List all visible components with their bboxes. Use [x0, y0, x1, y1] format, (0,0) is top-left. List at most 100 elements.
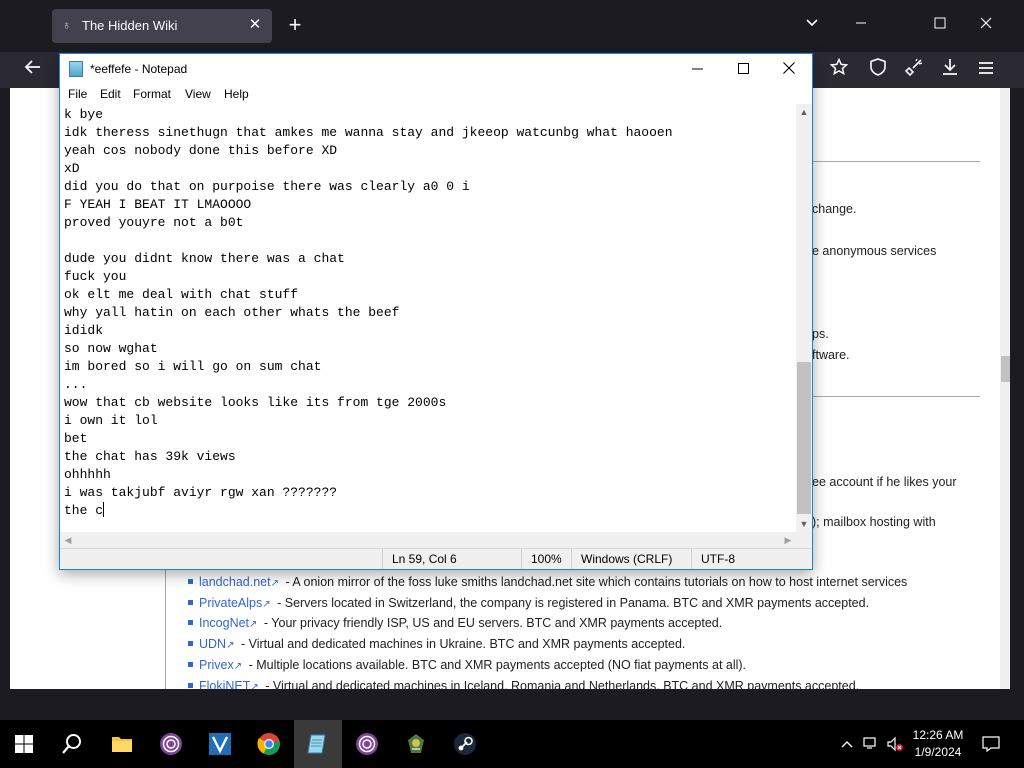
notepad-title: *eeffefe - Notepad: [90, 62, 188, 76]
scroll-right-arrow-icon[interactable]: ▶: [780, 532, 796, 548]
shield-icon[interactable]: [866, 58, 890, 82]
text-line[interactable]: so now wghat: [64, 340, 796, 358]
taskbar-chrome[interactable]: [245, 720, 293, 768]
tab-close-button[interactable]: ✕: [246, 16, 264, 34]
link-privatealps[interactable]: PrivateAlps: [199, 596, 262, 610]
page-scrollbar[interactable]: [1000, 88, 1010, 689]
menu-view[interactable]: View: [185, 86, 211, 102]
page-text: ); mailbox hosting with: [812, 515, 936, 529]
taskbar-notepad[interactable]: [294, 720, 342, 768]
text-line[interactable]: [64, 232, 796, 250]
vertical-scrollbar-thumb[interactable]: [797, 362, 811, 514]
text-line[interactable]: im bored so i will go on sum chat: [64, 358, 796, 376]
external-link-icon: ↗: [249, 619, 258, 630]
list-all-tabs-icon[interactable]: [799, 12, 825, 38]
taskbar-tor-browser[interactable]: [147, 720, 195, 768]
menu-edit[interactable]: Edit: [100, 86, 121, 102]
text-line[interactable]: the c: [64, 502, 796, 520]
text-line[interactable]: did you do that on purpoise there was cl…: [64, 178, 796, 196]
text-line[interactable]: xD: [64, 160, 796, 178]
windows-logo-icon: [15, 735, 33, 753]
external-link-icon: ↗: [226, 640, 235, 651]
new-identity-broom-icon[interactable]: [902, 58, 926, 82]
zoom-level: 100%: [521, 549, 571, 569]
taskbar-file-explorer[interactable]: [98, 720, 146, 768]
chevron-up-icon[interactable]: [838, 736, 856, 752]
link-privex[interactable]: Privex: [199, 658, 234, 672]
taskbar-tor-browser-2[interactable]: [343, 720, 391, 768]
taskbar-steam[interactable]: [441, 720, 489, 768]
start-button[interactable]: [0, 720, 48, 768]
notepad-menubar: File Edit Format View Help: [60, 84, 812, 104]
minimize-icon[interactable]: [674, 54, 720, 84]
taskbar-game[interactable]: [392, 720, 440, 768]
external-link-icon: ↗: [270, 578, 279, 589]
search-icon: [62, 734, 81, 754]
close-icon[interactable]: [973, 12, 999, 38]
link-udn[interactable]: UDN: [199, 637, 226, 651]
text-line[interactable]: ididk: [64, 322, 796, 340]
browser-tab[interactable]: ♁ The Hidden Wiki ✕: [52, 9, 272, 43]
cursor-position: Ln 59, Col 6: [382, 549, 521, 569]
notepad-text-area[interactable]: k bye idk theress sinethugn that amkes me…: [60, 104, 796, 532]
bullet: [188, 683, 193, 688]
text-line[interactable]: i was takjubf aviyr rgw xan ???????: [64, 484, 796, 502]
horizontal-scrollbar[interactable]: ◀ ▶: [60, 532, 796, 548]
taskbar: 12:26 AM 1/9/2024: [0, 720, 1024, 768]
hamburger-menu-icon[interactable]: [974, 58, 998, 82]
scroll-up-arrow-icon[interactable]: ▲: [796, 104, 812, 120]
link-landchad[interactable]: landchad.net: [199, 575, 271, 589]
text-line[interactable]: idk theress sinethugn that amkes me wann…: [64, 124, 796, 142]
search-button[interactable]: [48, 720, 96, 768]
text-line[interactable]: ohhhhh: [64, 466, 796, 484]
text-line[interactable]: wow that cb website looks like its from …: [64, 394, 796, 412]
text-line[interactable]: ...: [64, 376, 796, 394]
text-line[interactable]: dude you didnt know there was a chat: [64, 250, 796, 268]
tab-title: The Hidden Wiki: [82, 18, 178, 33]
page-scrollbar-thumb[interactable]: [1001, 356, 1010, 382]
chrome-icon: [257, 733, 280, 755]
minimize-icon[interactable]: [848, 12, 874, 38]
text-line[interactable]: why yall hatin on each other whats the b…: [64, 304, 796, 322]
menu-file[interactable]: File: [68, 86, 87, 102]
list-item: PrivateAlps↗ - Servers located in Switze…: [188, 595, 869, 613]
bullet: [188, 620, 193, 625]
scroll-left-arrow-icon[interactable]: ◀: [60, 532, 76, 548]
scroll-down-arrow-icon[interactable]: ▼: [796, 516, 812, 532]
system-clock[interactable]: 12:26 AM 1/9/2024: [900, 727, 976, 761]
text-line[interactable]: k bye: [64, 106, 796, 124]
close-icon[interactable]: [766, 54, 812, 84]
bullet: [188, 641, 193, 646]
text-line[interactable]: bet: [64, 430, 796, 448]
menu-help[interactable]: Help: [224, 86, 249, 102]
bullet: [188, 600, 193, 605]
text-line[interactable]: fuck you: [64, 268, 796, 286]
notepad-icon: [307, 734, 326, 754]
maximize-icon[interactable]: [927, 12, 953, 38]
taskbar-veracrypt[interactable]: [196, 720, 244, 768]
link-incognet[interactable]: IncogNet: [199, 616, 249, 630]
new-tab-button[interactable]: +: [284, 14, 306, 36]
download-icon[interactable]: [938, 58, 962, 82]
notepad-titlebar[interactable]: *eeffefe - Notepad: [60, 54, 812, 84]
menu-format[interactable]: Format: [133, 86, 171, 102]
bookmark-star-icon[interactable]: [827, 57, 851, 82]
link-flokinet[interactable]: FlokiNET: [199, 679, 250, 689]
notepad-text[interactable]: k bye idk theress sinethugn that amkes me…: [60, 104, 796, 520]
text-line[interactable]: yeah cos nobody done this before XD: [64, 142, 796, 160]
section-divider: [810, 161, 980, 162]
text-line[interactable]: ok elt me deal with chat stuff: [64, 286, 796, 304]
text-line[interactable]: i own it lol: [64, 412, 796, 430]
tor-browser-icon: [160, 733, 182, 755]
text-line[interactable]: F YEAH I BEAT IT LMAOOOO: [64, 196, 796, 214]
back-arrow-icon[interactable]: [21, 58, 45, 82]
vertical-scrollbar[interactable]: ▲ ▼: [796, 104, 812, 532]
notification-center-icon[interactable]: [982, 736, 1000, 753]
text-line[interactable]: the chat has 39k views: [64, 448, 796, 466]
maximize-icon[interactable]: [720, 54, 766, 84]
network-icon[interactable]: [862, 736, 880, 752]
text-line[interactable]: proved youyre not a b0t: [64, 214, 796, 232]
page-text: ps.: [812, 327, 829, 341]
steam-icon: [454, 733, 476, 755]
notepad-statusbar: Ln 59, Col 6 100% Windows (CRLF) UTF-8: [60, 548, 812, 569]
